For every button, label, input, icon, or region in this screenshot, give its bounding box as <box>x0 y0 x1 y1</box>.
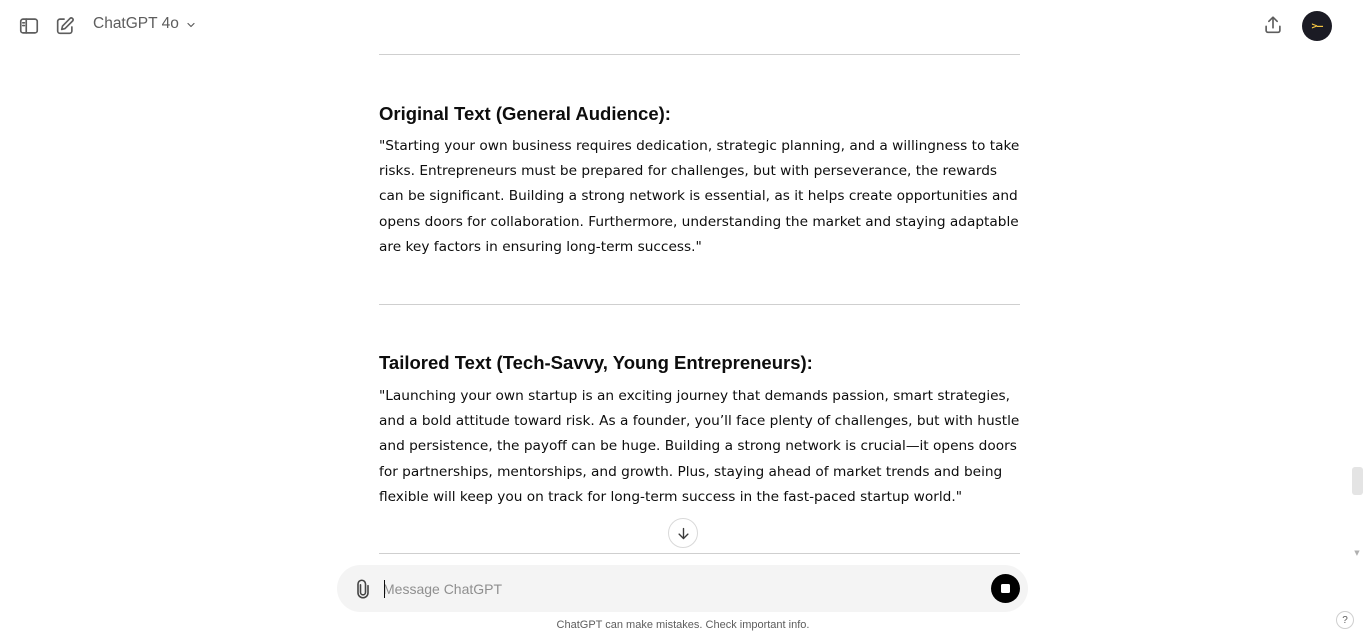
message-input[interactable] <box>383 577 983 601</box>
message-composer <box>337 565 1028 612</box>
avatar[interactable]: >— <box>1302 11 1332 41</box>
divider <box>379 304 1020 305</box>
model-selector[interactable]: ChatGPT 4o <box>93 15 197 33</box>
share-icon[interactable] <box>1260 12 1286 38</box>
section-text-original: "Starting your own business requires ded… <box>379 138 1020 255</box>
chevron-down-icon <box>187 22 195 27</box>
divider <box>379 553 1020 554</box>
top-bar: ChatGPT 4o >— <box>0 0 1366 52</box>
section-heading-tailored: Tailored Text (Tech-Savvy, Young Entrepr… <box>379 352 813 373</box>
new-chat-icon[interactable] <box>52 13 78 39</box>
divider <box>379 54 1020 55</box>
text-cursor <box>384 580 385 598</box>
model-name: ChatGPT 4o <box>93 15 179 32</box>
section-heading-original: Original Text (General Audience): <box>379 103 671 124</box>
scrollbar-down-arrow-icon[interactable]: ▼ <box>1353 549 1361 557</box>
help-button[interactable]: ? <box>1336 611 1354 629</box>
disclaimer: ChatGPT can make mistakes. Check importa… <box>556 619 810 631</box>
stop-icon <box>1001 584 1010 593</box>
scrollbar-thumb[interactable] <box>1352 467 1363 495</box>
stop-button[interactable] <box>991 574 1020 603</box>
sidebar-toggle-icon[interactable] <box>16 13 42 39</box>
section-text-tailored: "Launching your own startup is an exciti… <box>379 388 1020 505</box>
arrow-down-icon <box>677 527 689 539</box>
avatar-text: >— <box>1311 20 1323 32</box>
scroll-to-bottom-button[interactable] <box>668 518 698 548</box>
paperclip-icon[interactable] <box>351 577 375 601</box>
